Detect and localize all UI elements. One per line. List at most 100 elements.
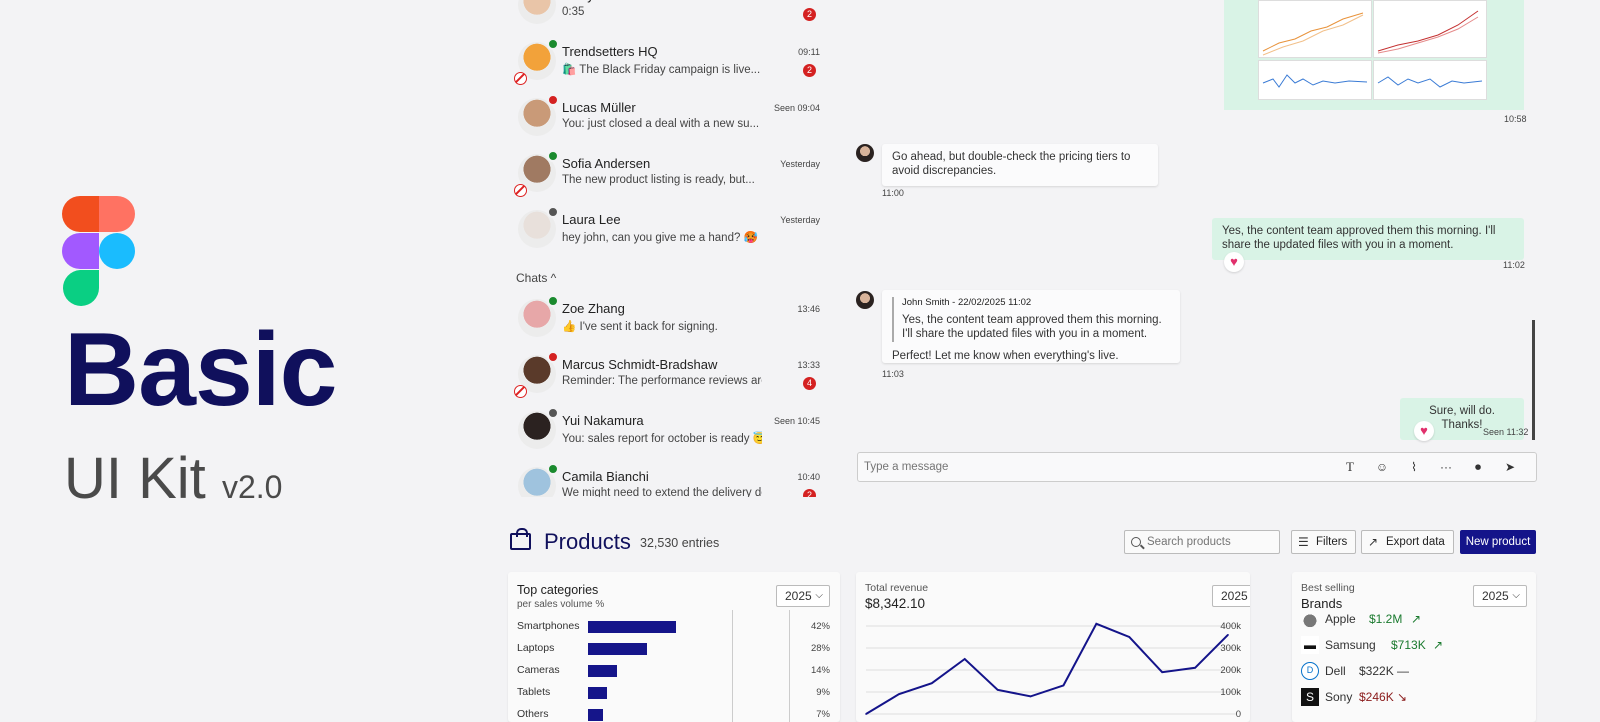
chat-time: Seen 09:04 bbox=[773, 103, 820, 113]
chat-preview: We might need to extend the delivery dea… bbox=[562, 487, 762, 497]
status-dot bbox=[547, 463, 559, 475]
chevron-down-icon: ⌵ bbox=[1512, 590, 1520, 601]
chat-time: 13:46 bbox=[797, 304, 820, 314]
text-format-icon[interactable]: T bbox=[1342, 459, 1358, 475]
muted-icon bbox=[514, 72, 527, 85]
brand-row[interactable]: ▬ Samsung $713K ↗ bbox=[1301, 636, 1521, 656]
chat-preview: Reminder: The performance reviews are du… bbox=[562, 375, 762, 387]
message-time: Seen 11:32 bbox=[1483, 427, 1529, 437]
brand-row[interactable]: Apple $1.2M ↗ bbox=[1301, 610, 1521, 630]
brand-row[interactable]: S Sony $246K ↘ bbox=[1301, 688, 1521, 708]
chat-list-item[interactable]: Trendsetters HQ 09:11 🛍️ The Black Friday … bbox=[502, 38, 820, 96]
quoted-message[interactable]: John Smith - 22/02/2025 11:02 Yes, the c… bbox=[892, 297, 1170, 342]
category-label: Laptops bbox=[517, 642, 555, 654]
chat-list-item[interactable]: Yui Nakamura Seen 10:45 You: sales report … bbox=[502, 407, 820, 465]
muted-icon bbox=[514, 184, 527, 197]
emoji-icon[interactable]: ☺ bbox=[1374, 459, 1390, 475]
brand-value: $246K bbox=[1359, 690, 1394, 704]
brand-name: Dell bbox=[1325, 664, 1346, 678]
filters-button[interactable]: ☰ Filters bbox=[1291, 530, 1357, 554]
category-percent: 42% bbox=[810, 621, 830, 632]
category-bar bbox=[588, 643, 647, 655]
year-value: 2025 bbox=[785, 589, 812, 603]
panel-subtitle: Brands bbox=[1301, 596, 1343, 611]
revenue-point bbox=[963, 658, 966, 660]
message-time: 10:58 bbox=[1504, 114, 1527, 124]
brand-value: $713K bbox=[1391, 638, 1426, 652]
products-header: Products 32,530 entries ☰ Filters ↗ Expo… bbox=[508, 527, 1538, 557]
chats-section-header[interactable]: Chats ^ bbox=[516, 271, 556, 285]
brand-logo-icon: D bbox=[1301, 662, 1319, 680]
brand-name: Apple bbox=[1325, 612, 1356, 626]
revenue-point bbox=[996, 689, 999, 691]
export-button[interactable]: ↗ Export data bbox=[1361, 530, 1454, 554]
quote-text: Yes, the content team approved them this… bbox=[902, 314, 1162, 341]
category-bar bbox=[588, 709, 603, 721]
chat-list-item[interactable]: Camila Bianchi 10:40 We might need to exte… bbox=[502, 463, 820, 497]
chat-list-item[interactable]: Emily Johnson 0:35 2 bbox=[502, 0, 820, 40]
chat-list-item[interactable]: Laura Lee Yesterday hey john, can you give… bbox=[502, 206, 820, 264]
top-categories-panel: Top categories per sales volume % 2025 ⌵ … bbox=[508, 572, 840, 722]
brand-row[interactable]: D Dell $322K — bbox=[1301, 662, 1521, 682]
trend-icon: ↗ bbox=[1433, 638, 1444, 652]
revenue-line-chart: 400k 300k 200k 100k 0 bbox=[865, 621, 1241, 720]
muted-icon bbox=[514, 385, 527, 398]
search-input[interactable] bbox=[1147, 531, 1277, 553]
trend-icon: — bbox=[1397, 664, 1409, 678]
year-select[interactable]: 2025⌵ bbox=[776, 585, 830, 607]
chat-preview: 👍 I've sent it back for signing. bbox=[562, 321, 718, 333]
avatar bbox=[518, 0, 556, 24]
chat-list-item[interactable]: Marcus Schmidt-Bradshaw 13:33 Reminder: Th… bbox=[502, 351, 820, 409]
category-label: Tablets bbox=[517, 686, 551, 698]
status-dot bbox=[547, 351, 559, 363]
chat-list-item[interactable]: Sofia Andersen Yesterday The new product l… bbox=[502, 150, 820, 208]
brand-name: Samsung bbox=[1325, 638, 1376, 652]
y-tick-label: 400k bbox=[1220, 621, 1241, 632]
gridline bbox=[732, 610, 733, 722]
chart-thumbnail bbox=[1373, 60, 1487, 100]
gridline bbox=[789, 610, 790, 722]
kit-subtitle-text: UI Kit bbox=[64, 446, 206, 511]
chat-list-item[interactable]: Zoe Zhang 13:46 👍 I've sent it back for si… bbox=[502, 295, 820, 353]
chat-preview: The new product listing is ready, but... bbox=[562, 174, 755, 186]
mic-icon[interactable]: ⏺ bbox=[1470, 459, 1486, 475]
category-bar bbox=[588, 665, 618, 677]
more-icon[interactable]: ··· bbox=[1438, 459, 1454, 475]
message-time: 11:03 bbox=[882, 369, 904, 379]
conversation-panel: 10:58 Go ahead, but double-check the pri… bbox=[850, 0, 1540, 497]
chat-preview: hey john, can you give me a hand? 🥵 bbox=[562, 232, 758, 244]
new-product-button[interactable]: New product bbox=[1460, 530, 1536, 554]
chart-thumbnail bbox=[1373, 0, 1487, 58]
revenue-point bbox=[1227, 634, 1229, 636]
best-selling-panel: Best selling Brands 2025 ⌵ Apple $1.2M ↗ ▬ Sa… bbox=[1292, 572, 1536, 722]
chat-time: 09:11 bbox=[798, 47, 820, 57]
revenue-point bbox=[1194, 667, 1196, 669]
revenue-point bbox=[1128, 636, 1131, 638]
revenue-point bbox=[898, 693, 900, 695]
revenue-point bbox=[1062, 684, 1065, 687]
reply-text: Perfect! Let me know when everything's l… bbox=[892, 349, 1119, 362]
export-label: Export data bbox=[1386, 536, 1445, 548]
scrollbar[interactable] bbox=[1532, 320, 1535, 440]
avatar bbox=[856, 144, 874, 162]
message-input[interactable] bbox=[864, 453, 1314, 481]
year-select[interactable]: 2025⌵ bbox=[1473, 585, 1527, 607]
category-label: Others bbox=[517, 708, 549, 720]
heart-reaction-icon[interactable]: ♥ bbox=[1224, 252, 1244, 272]
shopping-bag-icon bbox=[510, 528, 531, 550]
send-icon[interactable]: ➤ bbox=[1502, 459, 1518, 475]
category-bar bbox=[588, 687, 607, 699]
chat-name: Yui Nakamura bbox=[562, 413, 644, 428]
chat-name: Trendsetters HQ bbox=[562, 44, 658, 59]
status-dot bbox=[547, 407, 559, 419]
heart-reaction-icon[interactable]: ♥ bbox=[1414, 421, 1434, 441]
avatar bbox=[856, 291, 874, 309]
chat-list-item[interactable]: Lucas Müller Seen 09:04 You: just closed a… bbox=[502, 94, 820, 152]
chat-list: Emily Johnson 0:35 2 Trendsetters HQ 09:11 🛍️… bbox=[502, 0, 824, 497]
attach-icon[interactable]: ⌇ bbox=[1406, 459, 1422, 475]
shared-image-message[interactable] bbox=[1224, 0, 1524, 110]
kit-version: v2.0 bbox=[221, 469, 283, 505]
revenue-series-line bbox=[865, 622, 1229, 715]
page-title: Products bbox=[544, 529, 631, 554]
y-tick-label: 300k bbox=[1220, 643, 1241, 654]
